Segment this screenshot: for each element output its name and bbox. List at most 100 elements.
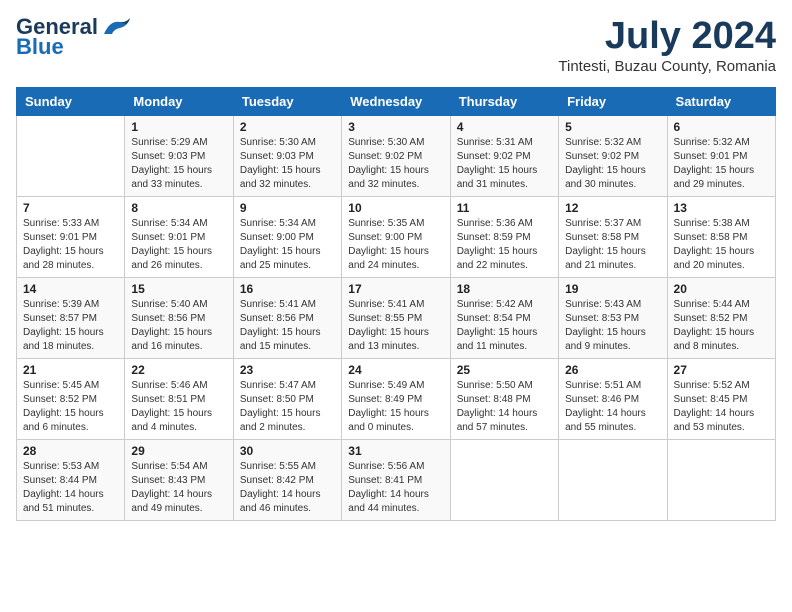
- cell-w4-d5: 26 Sunrise: 5:51 AM Sunset: 8:46 PM Dayli…: [559, 358, 667, 439]
- day-number: 19: [565, 282, 660, 296]
- header-wednesday: Wednesday: [342, 87, 450, 115]
- day-number: 1: [131, 120, 226, 134]
- day-number: 18: [457, 282, 552, 296]
- day-info: Sunrise: 5:54 AM Sunset: 8:43 PM Dayligh…: [131, 460, 226, 516]
- cell-w3-d0: 14Sunrise: 5:39 AM Sunset: 8:57 PM Dayli…: [17, 277, 125, 358]
- day-info: Sunrise: 5:30 AM Sunset: 9:03 PM Dayligh…: [240, 136, 335, 192]
- cell-w4-d6: 27 Sunrise: 5:52 AM Sunset: 8:45 PM Dayli…: [667, 358, 775, 439]
- day-info: Sunrise: 5:51 AM Sunset: 8:46 PM Dayligh…: [565, 379, 660, 435]
- day-number: 22: [131, 363, 226, 377]
- calendar-header-row: SundayMondayTuesdayWednesdayThursdayFrid…: [17, 87, 776, 115]
- day-info: Sunrise: 5:47 AM Sunset: 8:50 PM Dayligh…: [240, 379, 335, 435]
- day-info: Sunrise: 5:45 AM Sunset: 8:52 PM Dayligh…: [23, 379, 118, 435]
- day-info: Sunrise: 5:41 AM Sunset: 8:55 PM Dayligh…: [348, 298, 443, 354]
- day-info: Sunrise: 5:56 AM Sunset: 8:41 PM Dayligh…: [348, 460, 443, 516]
- cell-w1-d5: 5 Sunrise: 5:32 AM Sunset: 9:02 PM Daylig…: [559, 115, 667, 196]
- cell-w3-d6: 20 Sunrise: 5:44 AM Sunset: 8:52 PM Dayli…: [667, 277, 775, 358]
- day-info: Sunrise: 5:34 AM Sunset: 9:01 PM Dayligh…: [131, 217, 226, 273]
- cell-w3-d3: 17 Sunrise: 5:41 AM Sunset: 8:55 PM Dayli…: [342, 277, 450, 358]
- cell-w4-d2: 23 Sunrise: 5:47 AM Sunset: 8:50 PM Dayli…: [233, 358, 341, 439]
- day-info: Sunrise: 5:55 AM Sunset: 8:42 PM Dayligh…: [240, 460, 335, 516]
- cell-w1-d2: 2 Sunrise: 5:30 AM Sunset: 9:03 PM Daylig…: [233, 115, 341, 196]
- day-number: 15: [131, 282, 226, 296]
- day-info: Sunrise: 5:29 AM Sunset: 9:03 PM Dayligh…: [131, 136, 226, 192]
- day-info: Sunrise: 5:40 AM Sunset: 8:56 PM Dayligh…: [131, 298, 226, 354]
- day-number: 5: [565, 120, 660, 134]
- day-info: Sunrise: 5:30 AM Sunset: 9:02 PM Dayligh…: [348, 136, 443, 192]
- day-number: 6: [674, 120, 769, 134]
- day-number: 31: [348, 444, 443, 458]
- day-number: 10: [348, 201, 443, 215]
- cell-w5-d6: [667, 439, 775, 520]
- day-number: 3: [348, 120, 443, 134]
- cell-w1-d6: 6 Sunrise: 5:32 AM Sunset: 9:01 PM Daylig…: [667, 115, 775, 196]
- week-row-4: 21 Sunrise: 5:45 AM Sunset: 8:52 PM Dayli…: [17, 358, 776, 439]
- day-number: 4: [457, 120, 552, 134]
- cell-w5-d3: 31 Sunrise: 5:56 AM Sunset: 8:41 PM Dayli…: [342, 439, 450, 520]
- cell-w5-d0: 28Sunrise: 5:53 AM Sunset: 8:44 PM Dayli…: [17, 439, 125, 520]
- location-subtitle: Tintesti, Buzau County, Romania: [558, 58, 776, 75]
- header-thursday: Thursday: [450, 87, 558, 115]
- day-number: 11: [457, 201, 552, 215]
- day-info: Sunrise: 5:52 AM Sunset: 8:45 PM Dayligh…: [674, 379, 769, 435]
- cell-w5-d2: 30 Sunrise: 5:55 AM Sunset: 8:42 PM Dayli…: [233, 439, 341, 520]
- header-sunday: Sunday: [17, 87, 125, 115]
- day-info: Sunrise: 5:33 AM Sunset: 9:01 PM Dayligh…: [23, 217, 118, 273]
- header-saturday: Saturday: [667, 87, 775, 115]
- day-number: 12: [565, 201, 660, 215]
- day-number: 2: [240, 120, 335, 134]
- cell-w5-d5: [559, 439, 667, 520]
- day-number: 17: [348, 282, 443, 296]
- cell-w2-d3: 10 Sunrise: 5:35 AM Sunset: 9:00 PM Dayli…: [342, 196, 450, 277]
- day-number: 20: [674, 282, 769, 296]
- logo: General Blue: [16, 16, 132, 60]
- day-number: 26: [565, 363, 660, 377]
- day-number: 14: [23, 282, 118, 296]
- day-info: Sunrise: 5:46 AM Sunset: 8:51 PM Dayligh…: [131, 379, 226, 435]
- cell-w1-d0: [17, 115, 125, 196]
- week-row-1: 1 Sunrise: 5:29 AM Sunset: 9:03 PM Daylig…: [17, 115, 776, 196]
- day-info: Sunrise: 5:32 AM Sunset: 9:01 PM Dayligh…: [674, 136, 769, 192]
- cell-w3-d1: 15 Sunrise: 5:40 AM Sunset: 8:56 PM Dayli…: [125, 277, 233, 358]
- day-number: 30: [240, 444, 335, 458]
- day-number: 16: [240, 282, 335, 296]
- logo-text-blue: Blue: [16, 34, 64, 60]
- title-section: July 2024 Tintesti, Buzau County, Romani…: [558, 16, 776, 75]
- week-row-3: 14Sunrise: 5:39 AM Sunset: 8:57 PM Dayli…: [17, 277, 776, 358]
- day-number: 21: [23, 363, 118, 377]
- cell-w2-d0: 7Sunrise: 5:33 AM Sunset: 9:01 PM Daylig…: [17, 196, 125, 277]
- calendar-table: SundayMondayTuesdayWednesdayThursdayFrid…: [16, 87, 776, 521]
- day-info: Sunrise: 5:43 AM Sunset: 8:53 PM Dayligh…: [565, 298, 660, 354]
- day-info: Sunrise: 5:42 AM Sunset: 8:54 PM Dayligh…: [457, 298, 552, 354]
- day-number: 29: [131, 444, 226, 458]
- logo-bird-icon: [100, 16, 132, 38]
- day-number: 23: [240, 363, 335, 377]
- day-info: Sunrise: 5:50 AM Sunset: 8:48 PM Dayligh…: [457, 379, 552, 435]
- cell-w2-d1: 8Sunrise: 5:34 AM Sunset: 9:01 PM Daylig…: [125, 196, 233, 277]
- day-info: Sunrise: 5:35 AM Sunset: 9:00 PM Dayligh…: [348, 217, 443, 273]
- cell-w2-d4: 11 Sunrise: 5:36 AM Sunset: 8:59 PM Dayli…: [450, 196, 558, 277]
- day-number: 13: [674, 201, 769, 215]
- header-tuesday: Tuesday: [233, 87, 341, 115]
- day-number: 25: [457, 363, 552, 377]
- day-info: Sunrise: 5:36 AM Sunset: 8:59 PM Dayligh…: [457, 217, 552, 273]
- day-number: 27: [674, 363, 769, 377]
- cell-w3-d5: 19 Sunrise: 5:43 AM Sunset: 8:53 PM Dayli…: [559, 277, 667, 358]
- day-info: Sunrise: 5:41 AM Sunset: 8:56 PM Dayligh…: [240, 298, 335, 354]
- day-info: Sunrise: 5:34 AM Sunset: 9:00 PM Dayligh…: [240, 217, 335, 273]
- day-number: 24: [348, 363, 443, 377]
- week-row-2: 7Sunrise: 5:33 AM Sunset: 9:01 PM Daylig…: [17, 196, 776, 277]
- cell-w5-d4: [450, 439, 558, 520]
- header-friday: Friday: [559, 87, 667, 115]
- cell-w1-d1: 1 Sunrise: 5:29 AM Sunset: 9:03 PM Daylig…: [125, 115, 233, 196]
- cell-w3-d2: 16 Sunrise: 5:41 AM Sunset: 8:56 PM Dayli…: [233, 277, 341, 358]
- header-monday: Monday: [125, 87, 233, 115]
- day-info: Sunrise: 5:44 AM Sunset: 8:52 PM Dayligh…: [674, 298, 769, 354]
- cell-w4-d0: 21 Sunrise: 5:45 AM Sunset: 8:52 PM Dayli…: [17, 358, 125, 439]
- cell-w4-d4: 25 Sunrise: 5:50 AM Sunset: 8:48 PM Dayli…: [450, 358, 558, 439]
- cell-w1-d4: 4Sunrise: 5:31 AM Sunset: 9:02 PM Daylig…: [450, 115, 558, 196]
- day-info: Sunrise: 5:32 AM Sunset: 9:02 PM Dayligh…: [565, 136, 660, 192]
- week-row-5: 28Sunrise: 5:53 AM Sunset: 8:44 PM Dayli…: [17, 439, 776, 520]
- cell-w2-d5: 12 Sunrise: 5:37 AM Sunset: 8:58 PM Dayli…: [559, 196, 667, 277]
- day-info: Sunrise: 5:37 AM Sunset: 8:58 PM Dayligh…: [565, 217, 660, 273]
